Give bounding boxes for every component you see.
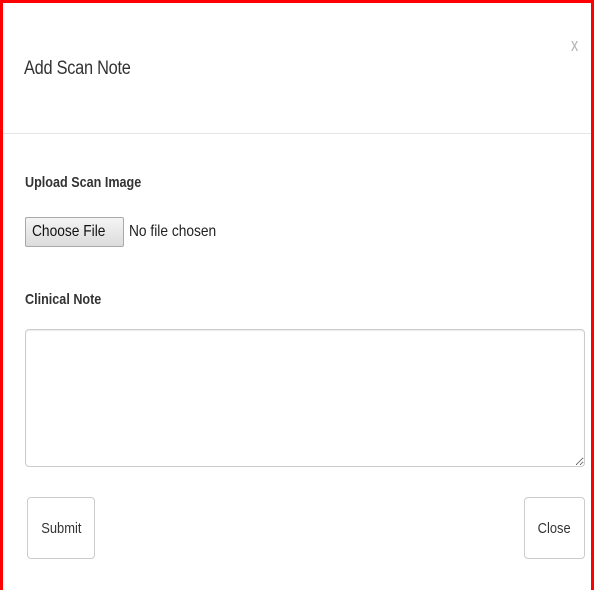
file-input[interactable]: Choose File No file chosen (25, 217, 231, 247)
submit-button[interactable]: Submit (27, 497, 95, 559)
close-button[interactable]: Close (524, 497, 585, 559)
close-button-label: Close (537, 519, 571, 537)
close-icon[interactable]: x (571, 36, 578, 54)
modal-title: Add Scan Note (24, 58, 131, 79)
file-status-text: No file chosen (129, 223, 230, 241)
modal-header: Add Scan Note x (3, 3, 591, 134)
add-scan-note-modal: Add Scan Note x Upload Scan Image Choose… (0, 0, 594, 590)
choose-file-button[interactable]: Choose File (25, 217, 125, 247)
clinical-note-label: Clinical Note (25, 291, 102, 308)
clinical-note-textarea[interactable] (25, 329, 585, 467)
upload-scan-image-label: Upload Scan Image (25, 174, 142, 191)
file-status-label: No file chosen (129, 223, 217, 240)
submit-button-label: Submit (40, 519, 82, 537)
choose-file-button-label: Choose File (32, 223, 106, 240)
